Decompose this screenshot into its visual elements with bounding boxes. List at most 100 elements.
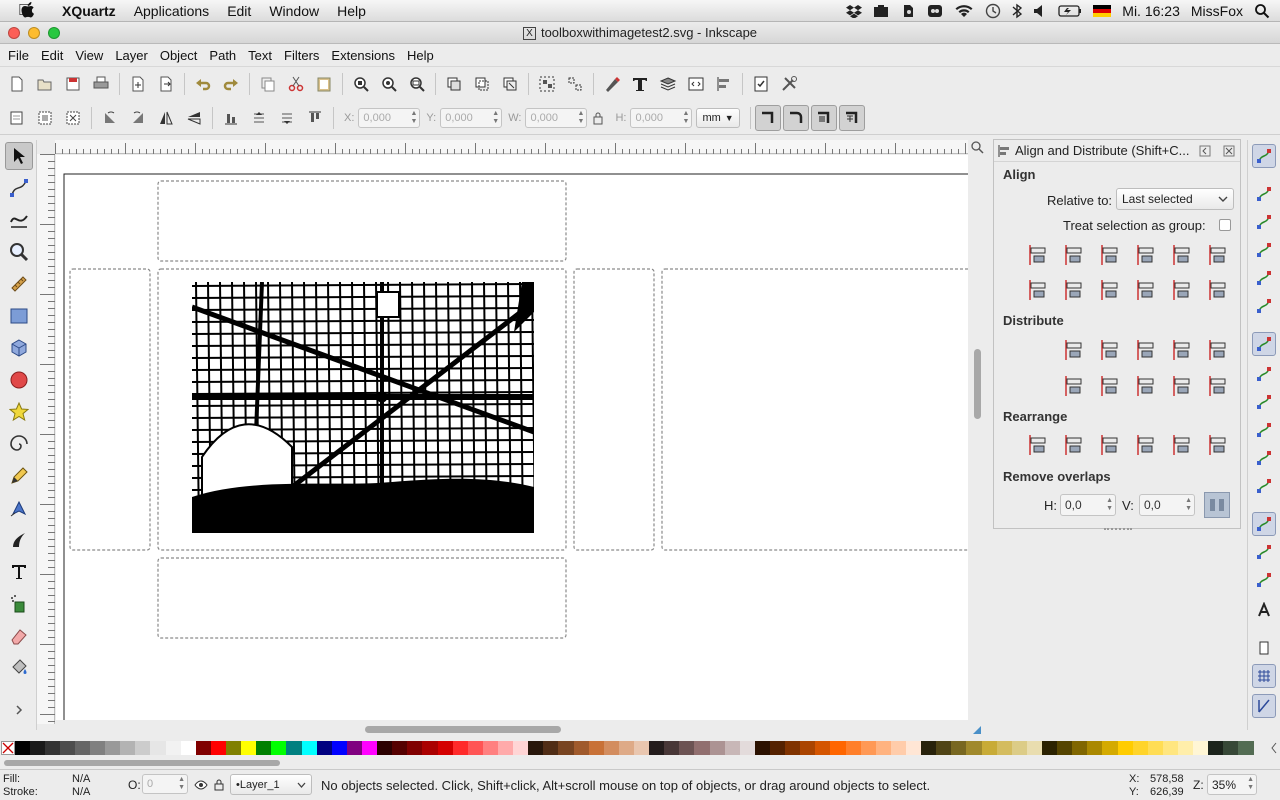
palette-swatch[interactable] <box>1027 741 1042 755</box>
snap-rotation-centers-toggle[interactable] <box>1252 568 1276 592</box>
palette-swatch[interactable] <box>45 741 60 755</box>
h-input[interactable]: 0,000 ▲ ▼ <box>630 107 693 128</box>
menu-file[interactable]: File <box>2 48 35 63</box>
distribute-right-edges-button[interactable] <box>1132 336 1160 364</box>
align-bottom-to-top-button[interactable] <box>1024 276 1052 304</box>
select-all-button[interactable] <box>3 104 31 132</box>
palette-swatch[interactable] <box>619 741 634 755</box>
palette-swatch[interactable] <box>226 741 241 755</box>
spotlight-search-icon[interactable] <box>1254 3 1270 19</box>
exchange-clockwise-button[interactable] <box>1132 431 1160 459</box>
preferences-button[interactable] <box>775 70 803 98</box>
palette-swatch[interactable] <box>241 741 256 755</box>
tool-rectangle[interactable] <box>5 302 33 330</box>
tool-paint-bucket[interactable] <box>5 654 33 682</box>
distribute-centers-v-button[interactable] <box>1096 372 1124 400</box>
palette-swatch[interactable] <box>75 741 90 755</box>
spin-arrows-icon[interactable]: ▲ ▼ <box>1185 497 1192 513</box>
menu-user[interactable]: MissFox <box>1191 3 1243 19</box>
palette-swatch[interactable] <box>286 741 302 755</box>
battery-icon[interactable] <box>1058 4 1082 18</box>
palette-swatch[interactable] <box>982 741 997 755</box>
palette-swatch[interactable] <box>513 741 528 755</box>
no-paint-swatch[interactable] <box>1 741 15 755</box>
relative-to-select[interactable]: Last selected <box>1116 188 1234 210</box>
palette-scrollbar[interactable] <box>0 757 1280 769</box>
palette-swatch[interactable] <box>1072 741 1087 755</box>
snap-others-toggle[interactable] <box>1252 512 1276 536</box>
overlap-h-input[interactable]: 0,0 ▲ ▼ <box>1060 494 1116 516</box>
xml-editor-button[interactable] <box>682 70 710 98</box>
time-machine-icon[interactable] <box>985 3 1001 19</box>
distribute-baselines-v-button[interactable] <box>1204 372 1232 400</box>
palette-swatch[interactable] <box>1042 741 1057 755</box>
tool-pencil[interactable] <box>5 462 33 490</box>
resize-grip-icon[interactable] <box>972 725 982 735</box>
new-document-button[interactable] <box>3 70 31 98</box>
mac-menu-applications[interactable]: Applications <box>125 3 219 19</box>
undo-button[interactable] <box>189 70 217 98</box>
redo-button[interactable] <box>217 70 245 98</box>
snap-page-border-toggle[interactable] <box>1252 636 1276 660</box>
spin-arrows-icon[interactable]: ▲ ▼ <box>1247 776 1254 792</box>
vertical-scrollbar[interactable] <box>972 154 982 724</box>
zoom-page-button[interactable] <box>403 70 431 98</box>
snap-smooth-nodes-toggle[interactable] <box>1252 446 1276 470</box>
align-bottom-edges-button[interactable] <box>1132 276 1160 304</box>
menu-extensions[interactable]: Extensions <box>325 48 401 63</box>
flip-vertical-button[interactable] <box>180 104 208 132</box>
group-button[interactable] <box>533 70 561 98</box>
more-tools-chevron[interactable] <box>5 700 33 720</box>
palette-swatch[interactable] <box>483 741 498 755</box>
raise-button[interactable] <box>245 104 273 132</box>
palette-swatch[interactable] <box>90 741 105 755</box>
palette-swatch[interactable] <box>604 741 619 755</box>
import-button[interactable] <box>124 70 152 98</box>
palette-swatch[interactable] <box>332 741 347 755</box>
menu-filters[interactable]: Filters <box>278 48 325 63</box>
document-properties-button[interactable] <box>747 70 775 98</box>
palette-swatch[interactable] <box>740 741 755 755</box>
palette-swatch[interactable] <box>1012 741 1027 755</box>
remove-overlaps-button[interactable] <box>1204 492 1230 518</box>
palette-swatch[interactable] <box>271 741 286 755</box>
horizontal-scrollbar[interactable] <box>55 723 968 735</box>
snap-bbox-toggle[interactable] <box>1252 182 1276 206</box>
tool-pen[interactable] <box>5 494 33 522</box>
palette-swatch[interactable] <box>649 741 664 755</box>
mac-menu-window[interactable]: Window <box>260 3 328 19</box>
align-right-edges-button[interactable] <box>1132 241 1160 269</box>
copy-button[interactable] <box>254 70 282 98</box>
tool-calligraphy[interactable] <box>5 526 33 554</box>
palette-swatch[interactable] <box>951 741 966 755</box>
palette-swatch[interactable] <box>936 741 951 755</box>
snap-line-midpoints-toggle[interactable] <box>1252 474 1276 498</box>
opacity-input[interactable]: 0 ▲ ▼ <box>142 774 188 794</box>
mac-menu-edit[interactable]: Edit <box>218 3 260 19</box>
palette-swatch[interactable] <box>105 741 120 755</box>
fill-value[interactable]: N/A <box>72 773 90 785</box>
palette-swatch[interactable] <box>362 741 377 755</box>
menu-edit[interactable]: Edit <box>35 48 69 63</box>
palette-swatch[interactable] <box>1057 741 1072 755</box>
distribute-centers-h-button[interactable] <box>1096 336 1124 364</box>
tool-spray[interactable] <box>5 590 33 618</box>
layer-lock-icon[interactable] <box>214 779 224 791</box>
palette-swatch[interactable] <box>196 741 211 755</box>
palette-swatch[interactable] <box>15 741 30 755</box>
palette-swatch[interactable] <box>438 741 453 755</box>
lock-ratio-button[interactable] <box>587 104 609 132</box>
palette-swatch[interactable] <box>770 741 785 755</box>
palette-swatch[interactable] <box>1223 741 1238 755</box>
palette-swatch[interactable] <box>755 741 770 755</box>
menu-path[interactable]: Path <box>203 48 242 63</box>
stroke-value[interactable]: N/A <box>72 786 90 798</box>
unit-select[interactable]: mm ▼ <box>696 107 740 128</box>
mac-menu-app[interactable]: XQuartz <box>53 3 125 19</box>
palette-swatch[interactable] <box>634 741 649 755</box>
snap-grids-toggle[interactable] <box>1252 664 1276 688</box>
snap-cusp-nodes-toggle[interactable] <box>1252 418 1276 442</box>
palette-swatch[interactable] <box>211 741 226 755</box>
open-button[interactable] <box>31 70 59 98</box>
scale-stroke-toggle[interactable] <box>754 104 781 131</box>
